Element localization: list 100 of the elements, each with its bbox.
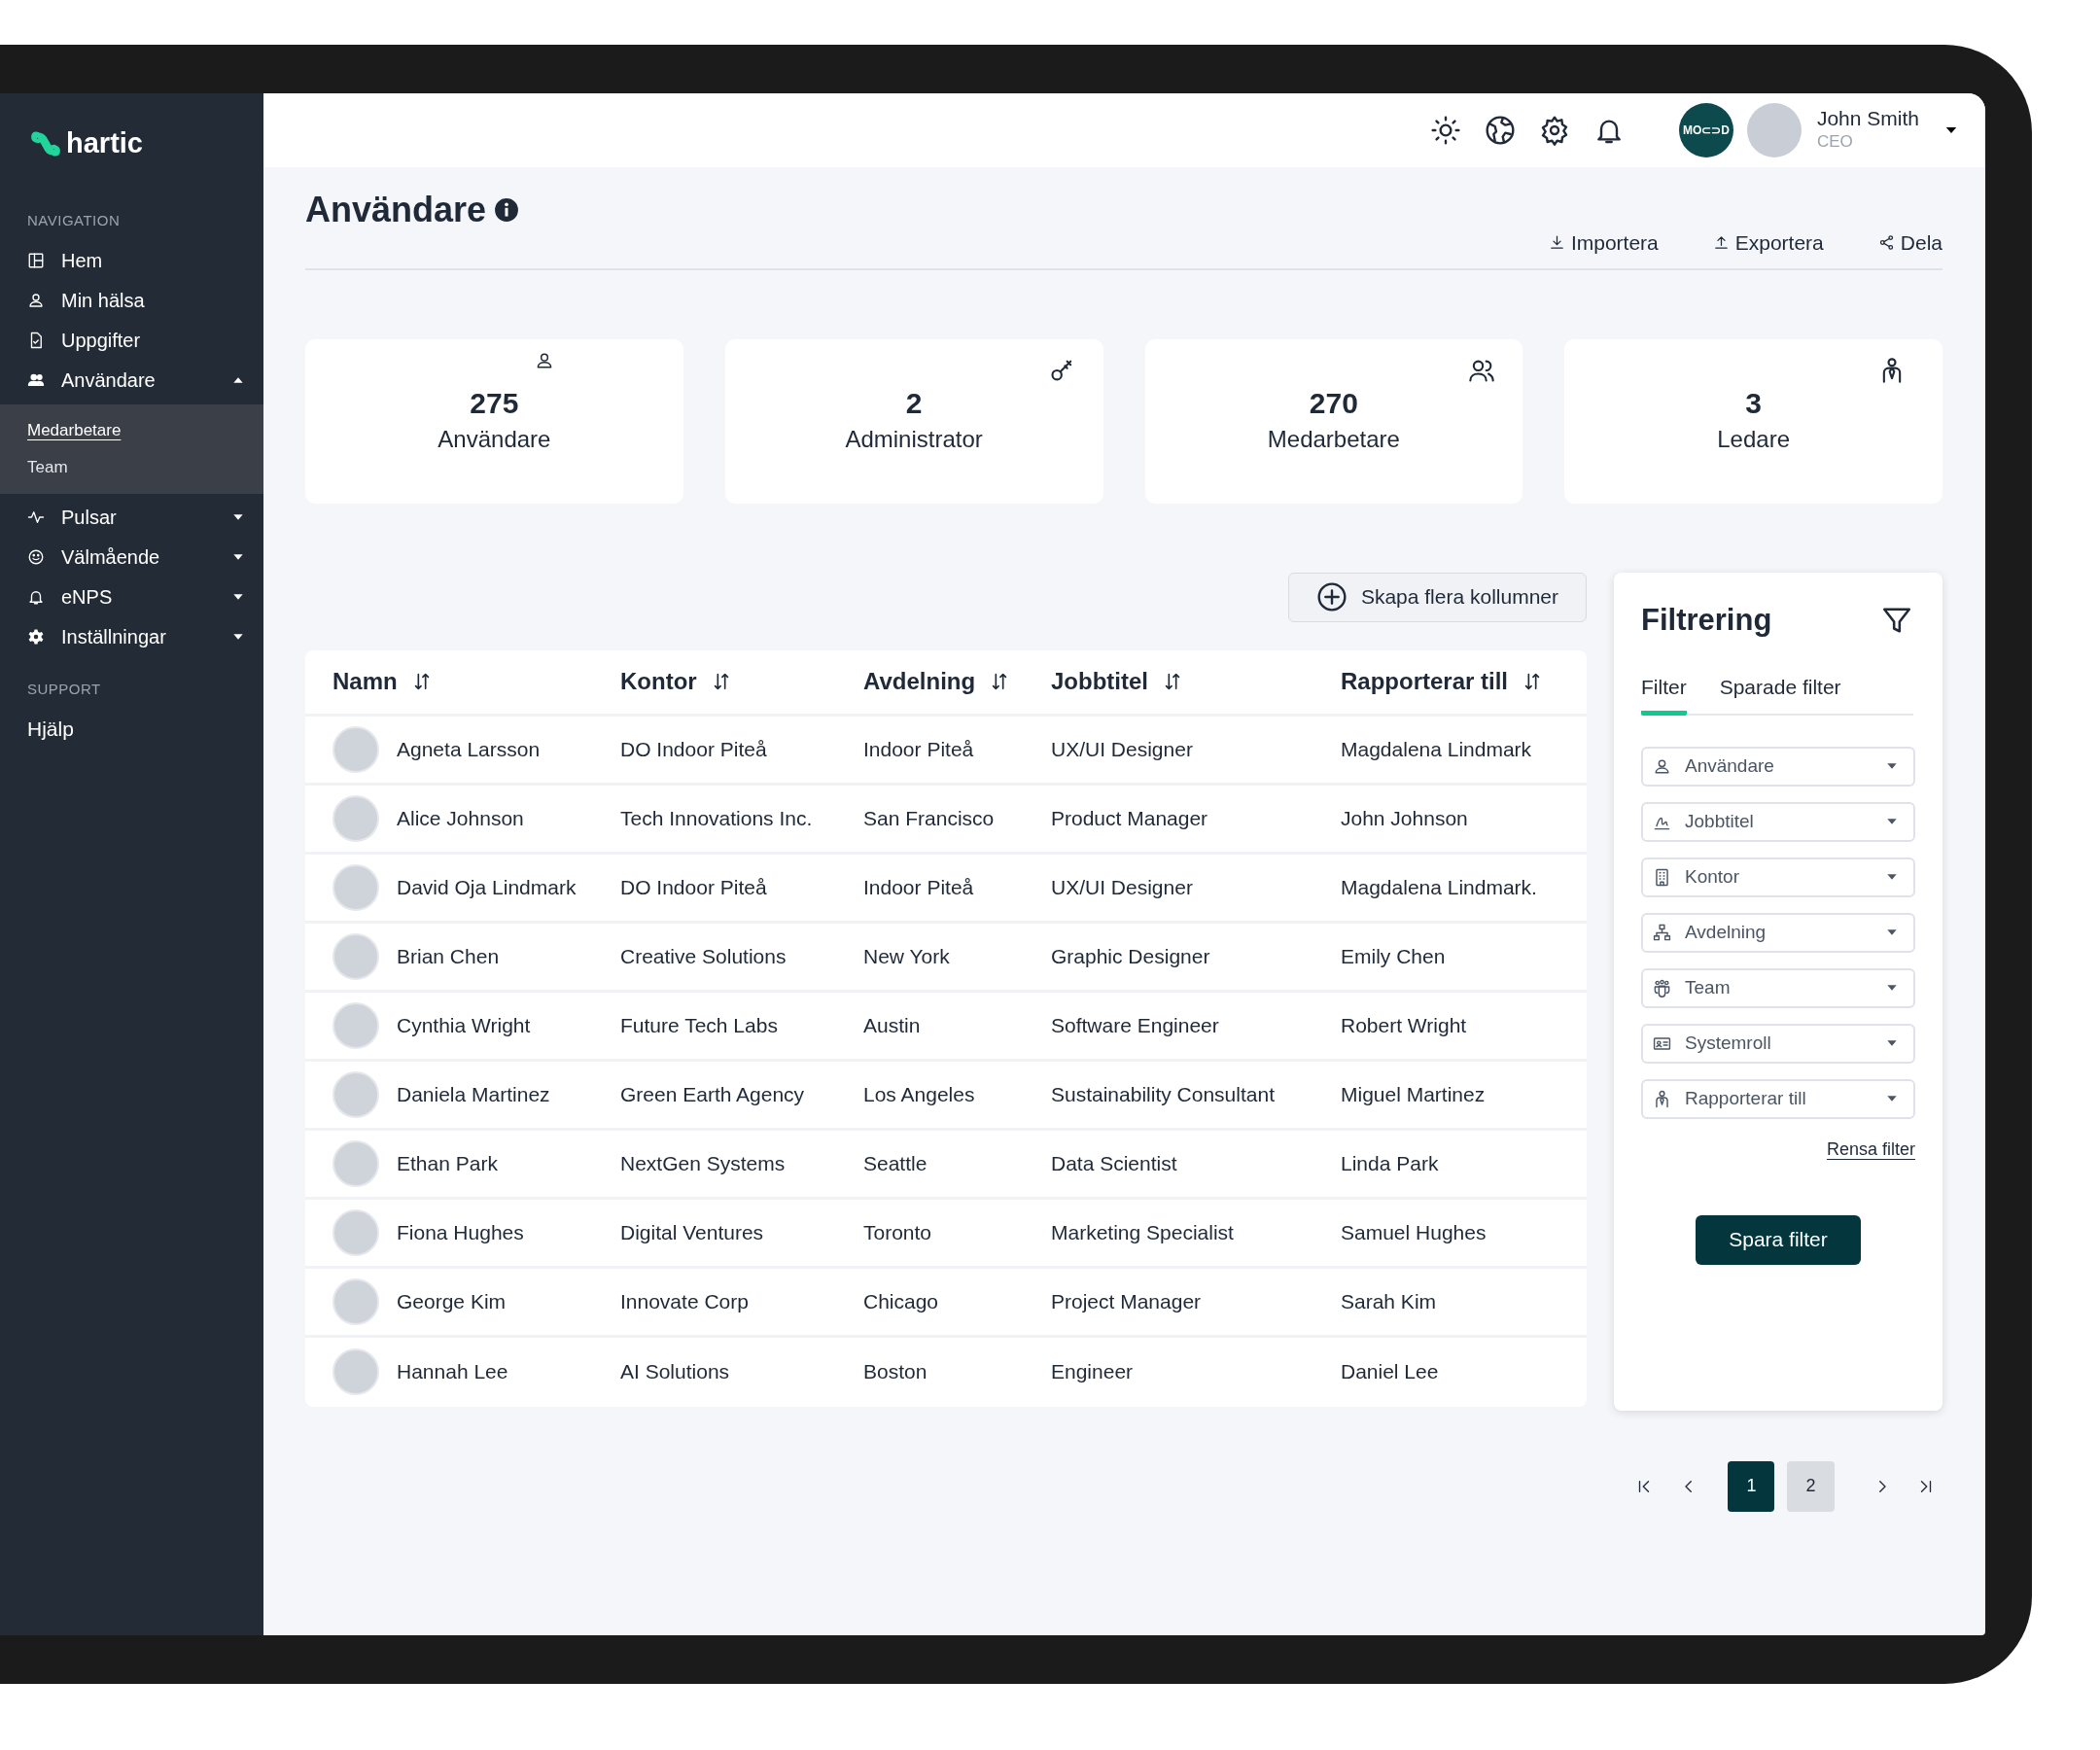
globe-button[interactable]: [1484, 115, 1516, 146]
table-cell-text: John Johnson: [1341, 805, 1468, 831]
column-header[interactable]: Avdelning: [863, 664, 976, 699]
nav-item[interactable]: Hem: [0, 240, 263, 281]
smiley-icon: [27, 548, 45, 566]
globe-icon: [1484, 115, 1516, 146]
bell-icon: [27, 588, 45, 606]
add-columns-button[interactable]: Skapa flera kollumner: [1287, 572, 1587, 622]
table-cell-text: AI Solutions: [620, 1359, 730, 1385]
table-cell-text: Austin: [863, 1012, 921, 1038]
avatar-placeholder: [332, 1139, 379, 1187]
team-icon: [1653, 978, 1671, 998]
user-name: John Smith: [1816, 107, 1919, 130]
table-cell-text: Graphic Designer: [1051, 943, 1210, 969]
table-cell-text: George Kim: [397, 1288, 507, 1314]
stat-label: Administrator: [845, 425, 983, 454]
table-cell-text: New York: [863, 943, 950, 969]
column-header[interactable]: Namn: [332, 664, 398, 699]
table-cell-text: Future Tech Labs: [620, 1012, 778, 1038]
plus-circle-icon: [1315, 581, 1348, 612]
building-icon: [1653, 867, 1671, 887]
table-cell-text: Chicago: [863, 1288, 939, 1314]
nav-item[interactable]: Uppgifter: [0, 320, 263, 361]
save-filter-button[interactable]: Spara filter: [1696, 1214, 1861, 1265]
export-button[interactable]: Exportera: [1712, 228, 1824, 259]
stat-value: 275: [470, 386, 519, 421]
nav-item[interactable]: Inställningar: [0, 616, 263, 657]
table-cell-text: San Francisco: [863, 805, 995, 831]
avatar-placeholder: [332, 725, 379, 773]
table-cell-text: Magdalena Lindmark: [1341, 736, 1532, 762]
table-cell-text: Magdalena Lindmark.: [1341, 874, 1537, 900]
table-cell-text: Boston: [863, 1359, 928, 1385]
filter-dropdown[interactable]: Kontor: [1641, 857, 1915, 897]
table-cell-text: Indoor Piteå: [863, 736, 974, 762]
filter-dropdown[interactable]: Rapporterar till: [1641, 1078, 1915, 1119]
section-heading: SUPPORT: [26, 679, 102, 699]
avatar-placeholder: [332, 1208, 379, 1256]
table-cell-text: Brian Chen: [397, 943, 500, 969]
stat-value: 3: [1745, 386, 1762, 421]
nav-item[interactable]: Användare: [0, 360, 263, 401]
table-cell-text: Software Engineer: [1051, 1012, 1219, 1038]
filter-tab[interactable]: Filter: [1641, 672, 1687, 716]
table-cell-text: DO Indoor Piteå: [620, 874, 767, 900]
user-role: CEO: [1816, 131, 1854, 153]
table-cell-text: Marketing Specialist: [1051, 1219, 1234, 1245]
table-cell-text: Product Manager: [1051, 805, 1208, 831]
filter-dropdown[interactable]: Systemroll: [1641, 1023, 1915, 1064]
user-icon: [27, 292, 45, 309]
nav-item[interactable]: Pulsar: [0, 497, 263, 538]
avatar-placeholder: [332, 794, 379, 842]
stat-label: Användare: [438, 425, 551, 454]
page-title: Användare: [305, 189, 487, 231]
column-header[interactable]: Kontor: [620, 664, 697, 699]
table-cell-text: Creative Solutions: [620, 943, 787, 969]
stat-label: Ledare: [1717, 425, 1790, 454]
person-tie-icon: [1653, 1089, 1671, 1108]
table-cell-text: Seattle: [863, 1150, 928, 1176]
avatar-placeholder: [332, 932, 379, 980]
stat-value: 2: [905, 386, 923, 421]
table-cell-text: Agneta Larsson: [397, 736, 541, 762]
page-button[interactable]: 2: [1787, 1460, 1835, 1512]
users-icon: [27, 371, 45, 389]
nav-item[interactable]: Min hälsa: [0, 280, 263, 321]
filter-tab[interactable]: Sparade filter: [1719, 672, 1841, 716]
filter-dropdown[interactable]: Team: [1641, 967, 1915, 1008]
share-icon: [1877, 234, 1895, 252]
table-cell-text: DO Indoor Piteå: [620, 736, 767, 762]
page-button[interactable]: 1: [1728, 1460, 1775, 1512]
user-icon: [1653, 756, 1671, 776]
column-header[interactable]: Jobbtitel: [1051, 664, 1148, 699]
nav-item[interactable]: Hjälp: [0, 709, 263, 750]
table-cell-text: Cynthia Wright: [397, 1012, 531, 1038]
panel-title: Filtrering: [1641, 601, 1772, 639]
filter-dropdown[interactable]: Användare: [1641, 746, 1915, 787]
sun-button[interactable]: [1429, 115, 1461, 146]
table-cell-text: Alice Johnson: [397, 805, 524, 831]
table-cell-text: Linda Park: [1341, 1150, 1439, 1176]
sun-icon: [1429, 115, 1461, 146]
table-cell-text: David Oja Lindmark: [397, 874, 577, 900]
filter-dropdown[interactable]: Avdelning: [1641, 912, 1915, 953]
table-cell-text: Digital Ventures: [620, 1219, 764, 1245]
nav-item[interactable]: eNPS: [0, 577, 263, 617]
table-cell-text: Samuel Hughes: [1341, 1219, 1487, 1245]
table-cell-text: Robert Wright: [1341, 1012, 1467, 1038]
stat-label: Medarbetare: [1267, 425, 1400, 454]
table-cell-text: Sarah Kim: [1341, 1288, 1437, 1314]
table-cell-text: Daniela Martinez: [397, 1081, 550, 1107]
pulse-icon: [27, 508, 45, 526]
upload-icon: [1712, 234, 1730, 252]
submenu-item[interactable]: Team: [0, 448, 263, 486]
section-heading: NAVIGATION: [26, 210, 122, 230]
table-cell-text: Ethan Park: [397, 1150, 498, 1176]
clear-filter-link[interactable]: Rensa filter: [1826, 1136, 1915, 1163]
filter-dropdown[interactable]: Jobbtitel: [1641, 801, 1915, 842]
import-button[interactable]: Importera: [1548, 228, 1659, 259]
submenu-item[interactable]: Medarbetare: [0, 411, 263, 449]
nav-item[interactable]: Välmående: [0, 537, 263, 578]
column-header[interactable]: Rapporterar till: [1341, 664, 1509, 699]
table-cell-text: Green Earth Agency: [620, 1081, 805, 1107]
share-button[interactable]: Dela: [1877, 228, 1942, 259]
